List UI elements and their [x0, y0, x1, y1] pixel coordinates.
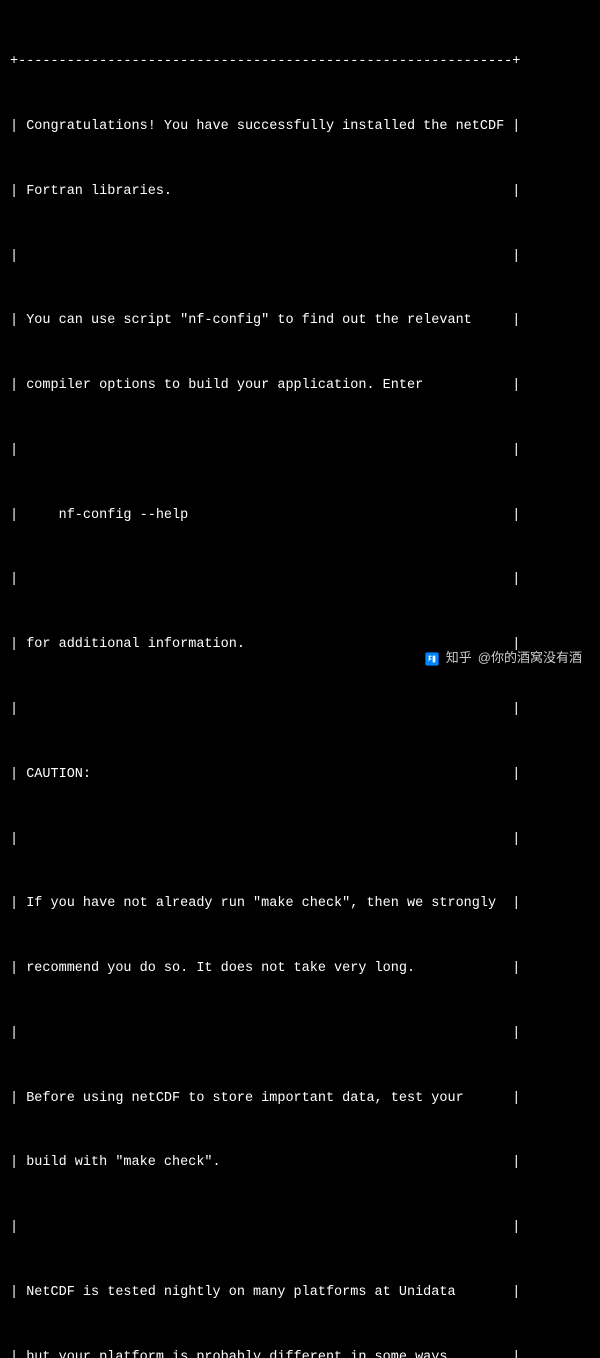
terminal-line: | nf-config --help | — [10, 505, 590, 527]
terminal-line: | Before using netCDF to store important… — [10, 1088, 590, 1110]
terminal-line: | You can use script "nf-config" to find… — [10, 310, 590, 332]
terminal-line: | | — [10, 829, 590, 851]
terminal-line: | | — [10, 699, 590, 721]
border-top: +---------------------------------------… — [10, 51, 590, 73]
terminal-line: | CAUTION: | — [10, 764, 590, 786]
watermark: 知乎 @你的酒窝没有酒 — [424, 648, 582, 669]
zhihu-logo-icon — [424, 651, 440, 667]
terminal-output: +---------------------------------------… — [10, 8, 590, 1358]
terminal-line: | | — [10, 1217, 590, 1239]
terminal-line: | NetCDF is tested nightly on many platf… — [10, 1282, 590, 1304]
terminal-line: | but your platform is probably differen… — [10, 1347, 590, 1358]
terminal-line: | | — [10, 1023, 590, 1045]
watermark-user: @你的酒窝没有酒 — [478, 648, 582, 669]
terminal-line: | | — [10, 246, 590, 268]
watermark-prefix: 知乎 — [446, 648, 472, 669]
terminal-line: | Fortran libraries. | — [10, 181, 590, 203]
terminal-line: | build with "make check". | — [10, 1152, 590, 1174]
terminal-line: | | — [10, 440, 590, 462]
terminal-line: | Congratulations! You have successfully… — [10, 116, 590, 138]
terminal-line: | recommend you do so. It does not take … — [10, 958, 590, 980]
terminal-line: | compiler options to build your applica… — [10, 375, 590, 397]
terminal-line: | | — [10, 569, 590, 591]
terminal-line: | If you have not already run "make chec… — [10, 893, 590, 915]
